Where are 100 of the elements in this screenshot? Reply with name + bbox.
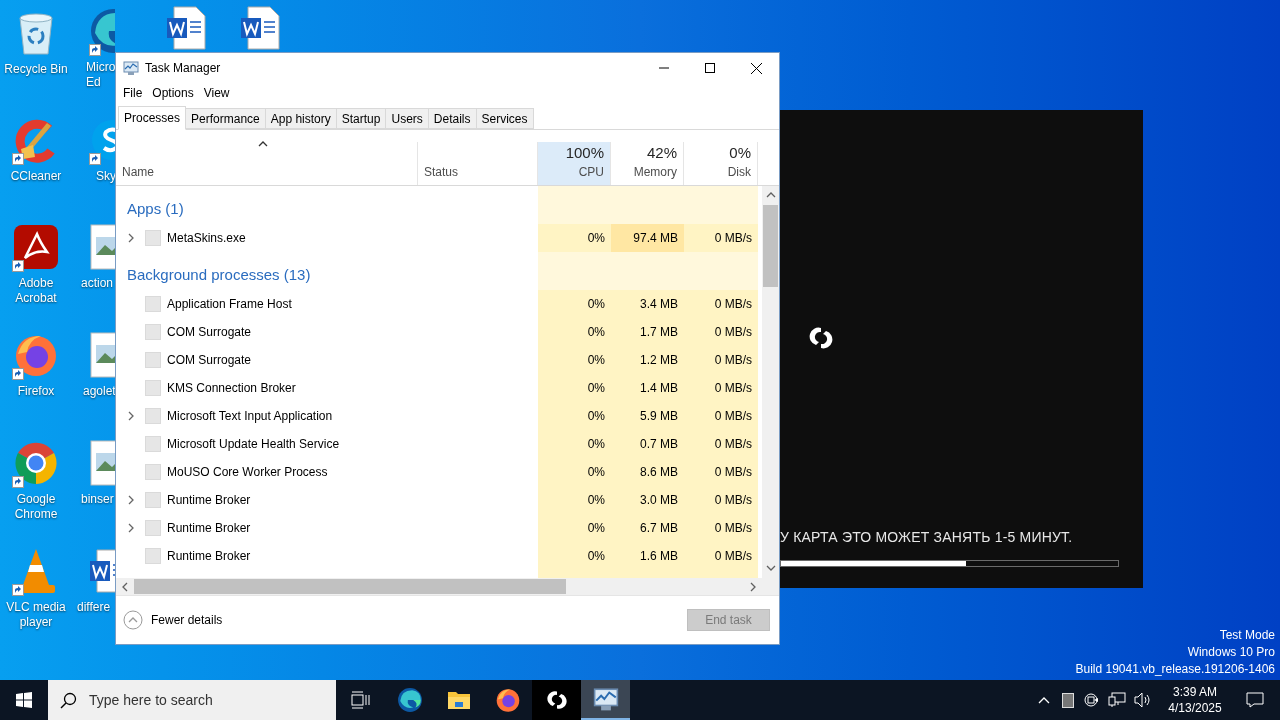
disk-cell: 0 MB/s (684, 290, 758, 318)
fewer-details-button[interactable]: Fewer details (123, 610, 223, 630)
system-watermark-text: Windows 10 Pro (1187, 644, 1275, 661)
cpu-cell: 0% (538, 486, 611, 514)
process-name: Runtime Broker (167, 548, 251, 565)
acrobat-icon (13, 224, 59, 270)
tab[interactable]: App history (264, 108, 337, 129)
system-watermark-text: Test Mode (1219, 627, 1275, 644)
loading-message: У КАРТА ЭТО МОЖЕТ ЗАНЯТЬ 1-5 МИНУТ. (780, 528, 1074, 546)
scroll-left-icon (120, 581, 130, 592)
edge-icon (396, 687, 423, 713)
cpu-cell: 0% (538, 374, 611, 402)
tab[interactable]: Startup (335, 108, 387, 129)
memory-cell: 1.2 MB (611, 346, 684, 374)
memory-cell: 5.9 MB (611, 402, 684, 430)
scroll-down-icon (765, 563, 776, 573)
notification-icon (1246, 692, 1264, 708)
process-icon (145, 408, 161, 424)
camera-icon (1084, 692, 1100, 708)
tablet-icon (1062, 692, 1074, 708)
task-view-icon (350, 691, 371, 709)
process-icon (145, 230, 161, 246)
vertical-scrollbar[interactable] (762, 186, 779, 595)
folder-icon (446, 689, 471, 711)
disk-cell: 0 MB/s (684, 402, 758, 430)
windows-logo-icon (16, 692, 32, 708)
group-header: Apps (1) (127, 199, 184, 219)
horizontal-scrollbar[interactable] (116, 578, 762, 595)
process-name: Microsoft Text Input Application (167, 408, 333, 425)
column-header[interactable]: 100% CPU (538, 142, 611, 185)
disk-cell: 0 MB/s (684, 318, 758, 346)
cpu-cell: 0% (538, 542, 611, 570)
chevron-up-icon (1038, 696, 1050, 704)
cpu-cell: 0% (538, 514, 611, 542)
process-name: MoUSO Core Worker Process (167, 464, 328, 481)
process-name: KMS Connection Broker (167, 380, 296, 397)
process-name: Runtime Broker (167, 492, 251, 509)
disk-cell: 0 MB/s (684, 542, 758, 570)
task-manager-icon (123, 60, 139, 76)
firefox-icon (494, 687, 521, 713)
clock[interactable]: 3:39 AM 4/13/2025 (1160, 684, 1230, 716)
cpu-cell: 0% (538, 224, 611, 252)
process-name: COM Surrogate (167, 352, 252, 369)
scrollbar-thumb[interactable] (134, 579, 566, 594)
menu-item[interactable]: View (198, 84, 235, 102)
swirl-logo-icon (545, 689, 568, 711)
close-icon (750, 62, 762, 74)
cpu-cell: 0% (538, 402, 611, 430)
menu-item[interactable]: Options (147, 84, 199, 102)
collapse-circle-icon (123, 610, 143, 630)
tab[interactable]: Details (427, 108, 477, 129)
column-header[interactable]: Name (122, 163, 154, 181)
group-header: Background processes (13) (127, 265, 311, 285)
cpu-cell: 0% (538, 346, 611, 374)
scrollbar-thumb[interactable] (763, 205, 778, 287)
column-header[interactable]: Status (424, 163, 459, 181)
menu-item[interactable]: File (118, 84, 148, 102)
memory-cell: 97.4 MB (611, 224, 684, 252)
process-name: MetaSkins.exe (167, 230, 246, 247)
disk-cell: 0 MB/s (684, 458, 758, 486)
process-name: Microsoft Update Health Service (167, 436, 340, 453)
tab[interactable]: Processes (118, 106, 187, 130)
disk-cell: 0 MB/s (684, 346, 758, 374)
disk-cell: 0 MB/s (684, 486, 758, 514)
process-name: Application Frame Host (167, 296, 292, 313)
memory-cell: 1.6 MB (611, 542, 684, 570)
cpu-cell: 0% (538, 458, 611, 486)
process-icon (145, 492, 161, 508)
scroll-up-icon (765, 190, 776, 200)
search-field[interactable]: Type here to search (48, 680, 336, 720)
memory-cell: 3.0 MB (611, 486, 684, 514)
scroll-right-icon (748, 581, 758, 592)
taskbar-app-button[interactable] (532, 680, 581, 720)
disk-cell: 0 MB/s (684, 374, 758, 402)
process-name: COM Surrogate (167, 324, 252, 341)
maximize-icon (705, 63, 715, 73)
volume-icon (1134, 692, 1152, 708)
cpu-cell: 0% (538, 430, 611, 458)
system-watermark-text: Build 19041.vb_release.191206-1406 (1075, 661, 1275, 678)
disk-cell: 0 MB/s (684, 430, 758, 458)
process-name: Runtime Broker (167, 520, 251, 537)
memory-cell: 3.4 MB (611, 290, 684, 318)
memory-cell: 8.6 MB (611, 458, 684, 486)
cpu-cell: 0% (538, 318, 611, 346)
cpu-cell: 0% (538, 290, 611, 318)
tab[interactable]: Performance (185, 108, 266, 129)
memory-cell: 1.7 MB (611, 318, 684, 346)
task-manager-icon (592, 686, 619, 712)
swirl-logo-icon (808, 325, 834, 351)
search-icon (60, 691, 77, 709)
process-icon (145, 520, 161, 536)
memory-cell: 0.7 MB (611, 430, 684, 458)
tab[interactable]: Services (475, 108, 534, 129)
memory-cell: 6.7 MB (611, 514, 684, 542)
tab[interactable]: Users (385, 108, 429, 129)
memory-cell: 1.4 MB (611, 374, 684, 402)
sort-caret-icon (258, 139, 268, 149)
disk-cell: 0 MB/s (684, 514, 758, 542)
taskbar-app-button[interactable] (581, 680, 630, 720)
window-title: Task Manager (145, 60, 221, 77)
